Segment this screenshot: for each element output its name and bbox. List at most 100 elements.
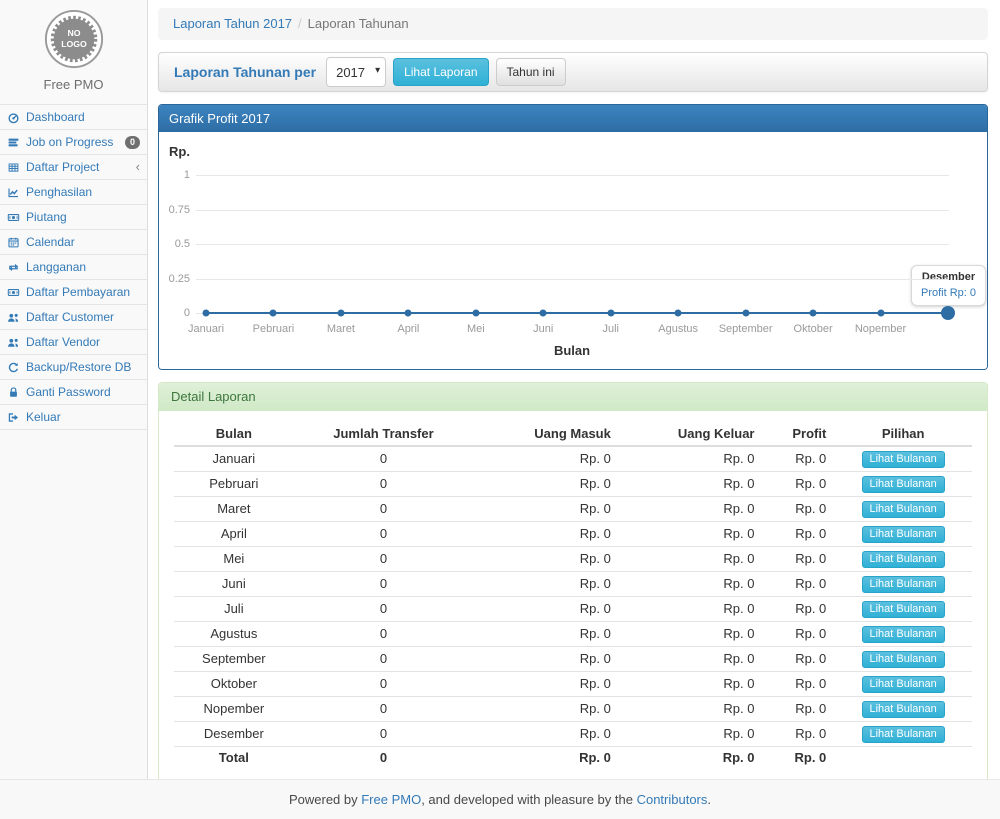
footer-link-contributors[interactable]: Contributors xyxy=(637,792,708,807)
chart-area: Rp. Bulan Desember Profit Rp: 0 00.250.5… xyxy=(159,132,987,369)
cell-uang-keluar: Rp. 0 xyxy=(619,497,763,522)
cell-jumlah-transfer: 0 xyxy=(294,446,474,472)
table-row: Agustus0Rp. 0Rp. 0Rp. 0Lihat Bulanan xyxy=(174,622,972,647)
lihat-bulanan-button[interactable]: Lihat Bulanan xyxy=(862,626,945,643)
chevron-left-icon: ‹ xyxy=(136,162,140,172)
cell-uang-masuk: Rp. 0 xyxy=(473,672,619,697)
sidebar-item-ganti-password[interactable]: Ganti Password xyxy=(0,380,147,405)
table-row: Nopember0Rp. 0Rp. 0Rp. 0Lihat Bulanan xyxy=(174,697,972,722)
cell-bulan: Desember xyxy=(174,722,294,747)
cell-profit: Rp. 0 xyxy=(762,572,834,597)
sidebar-item-keluar[interactable]: Keluar xyxy=(0,405,147,430)
y-tick-label: 1 xyxy=(161,169,190,181)
sidebar-item-label: Calendar xyxy=(26,235,75,249)
x-tick-label: Oktober xyxy=(794,323,833,335)
cell-uang-keluar: Rp. 0 xyxy=(619,572,763,597)
breadcrumb-link[interactable]: Laporan Tahun 2017 xyxy=(173,16,292,31)
cell-uang-masuk: Rp. 0 xyxy=(473,697,619,722)
sidebar-item-piutang[interactable]: Piutang xyxy=(0,205,147,230)
cell-uang-keluar: Rp. 0 xyxy=(619,672,763,697)
lihat-bulanan-button[interactable]: Lihat Bulanan xyxy=(862,451,945,468)
filter-label: Laporan Tahunan per xyxy=(174,64,316,80)
lihat-bulanan-button[interactable]: Lihat Bulanan xyxy=(862,551,945,568)
lihat-laporan-button[interactable]: Lihat Laporan xyxy=(393,58,488,86)
logo-text-line2: LOGO xyxy=(61,39,87,49)
year-select[interactable]: 2017 xyxy=(326,57,386,87)
lihat-bulanan-button[interactable]: Lihat Bulanan xyxy=(862,726,945,743)
cell-bulan: September xyxy=(174,647,294,672)
cell-uang-keluar: Rp. 0 xyxy=(619,547,763,572)
sidebar-item-dashboard[interactable]: Dashboard xyxy=(0,105,147,130)
cell-uang-masuk: Rp. 0 xyxy=(473,572,619,597)
cell-uang-keluar: Rp. 0 xyxy=(619,722,763,747)
sidebar-item-label: Penghasilan xyxy=(26,185,92,199)
lihat-bulanan-button[interactable]: Lihat Bulanan xyxy=(862,601,945,618)
cell-pilihan: Lihat Bulanan xyxy=(834,472,972,497)
users-icon xyxy=(7,336,20,349)
sidebar-item-daftar-customer[interactable]: Daftar Customer xyxy=(0,305,147,330)
cell-uang-masuk: Rp. 0 xyxy=(473,522,619,547)
chart-panel: Grafik Profit 2017 Rp. Bulan Desember Pr… xyxy=(158,104,988,370)
cell-jumlah-transfer: 0 xyxy=(294,547,474,572)
gridline xyxy=(196,279,949,280)
table-row: Juli0Rp. 0Rp. 0Rp. 0Lihat Bulanan xyxy=(174,597,972,622)
cell-uang-keluar: Rp. 0 xyxy=(619,622,763,647)
sidebar-item-backup-restore-db[interactable]: Backup/Restore DB xyxy=(0,355,147,380)
chart-point[interactable] xyxy=(810,310,817,317)
sidebar-item-penghasilan[interactable]: Penghasilan xyxy=(0,180,147,205)
cell-uang-masuk: Rp. 0 xyxy=(473,547,619,572)
sidebar-item-daftar-vendor[interactable]: Daftar Vendor xyxy=(0,330,147,355)
lihat-bulanan-button[interactable]: Lihat Bulanan xyxy=(862,576,945,593)
table-row: Pebruari0Rp. 0Rp. 0Rp. 0Lihat Bulanan xyxy=(174,472,972,497)
x-tick-label: September xyxy=(719,323,773,335)
lihat-bulanan-button[interactable]: Lihat Bulanan xyxy=(862,501,945,518)
chart-point[interactable] xyxy=(540,310,547,317)
chart-point[interactable] xyxy=(607,310,614,317)
chart-point[interactable] xyxy=(941,306,955,320)
lihat-bulanan-button[interactable]: Lihat Bulanan xyxy=(862,526,945,543)
chart-point[interactable] xyxy=(203,310,210,317)
lihat-bulanan-button[interactable]: Lihat Bulanan xyxy=(862,651,945,668)
column-header-uang-masuk: Uang Masuk xyxy=(473,423,619,446)
cell-jumlah-transfer: 0 xyxy=(294,697,474,722)
chart-point[interactable] xyxy=(472,310,479,317)
footer: Powered by Free PMO, and developed with … xyxy=(0,779,1000,819)
sidebar-item-calendar[interactable]: Calendar xyxy=(0,230,147,255)
table-header-row: BulanJumlah TransferUang MasukUang Kelua… xyxy=(174,423,972,446)
chart-point[interactable] xyxy=(337,310,344,317)
total-cell-profit: Rp. 0 xyxy=(762,747,834,770)
sidebar-item-job-on-progress[interactable]: Job on Progress0 xyxy=(0,130,147,155)
chart-point[interactable] xyxy=(742,310,749,317)
cell-bulan: Agustus xyxy=(174,622,294,647)
chart-point[interactable] xyxy=(877,310,884,317)
total-cell-uang-masuk: Rp. 0 xyxy=(473,747,619,770)
chart-point[interactable] xyxy=(405,310,412,317)
detail-panel: Detail Laporan BulanJumlah TransferUang … xyxy=(158,382,988,779)
table-row: Januari0Rp. 0Rp. 0Rp. 0Lihat Bulanan xyxy=(174,446,972,472)
x-tick-label: Juli xyxy=(602,323,619,335)
sidebar-item-langganan[interactable]: Langganan xyxy=(0,255,147,280)
cell-profit: Rp. 0 xyxy=(762,722,834,747)
footer-link-free-pmo[interactable]: Free PMO xyxy=(361,792,421,807)
tahun-ini-button[interactable]: Tahun ini xyxy=(496,58,566,86)
sidebar-item-daftar-project[interactable]: Daftar Project‹ xyxy=(0,155,147,180)
lock-icon xyxy=(7,386,20,399)
sidebar-item-daftar-pembayaran[interactable]: Daftar Pembayaran xyxy=(0,280,147,305)
cell-uang-masuk: Rp. 0 xyxy=(473,622,619,647)
column-header-profit: Profit xyxy=(762,423,834,446)
chart-point[interactable] xyxy=(270,310,277,317)
breadcrumb: Laporan Tahun 2017/Laporan Tahunan xyxy=(158,8,988,40)
cell-pilihan: Lihat Bulanan xyxy=(834,547,972,572)
detail-table-wrap: BulanJumlah TransferUang MasukUang Kelua… xyxy=(159,411,987,779)
cell-jumlah-transfer: 0 xyxy=(294,722,474,747)
sidebar-item-label: Keluar xyxy=(26,410,61,424)
sidebar-item-label: Daftar Customer xyxy=(26,310,114,324)
lihat-bulanan-button[interactable]: Lihat Bulanan xyxy=(862,701,945,718)
lihat-bulanan-button[interactable]: Lihat Bulanan xyxy=(862,676,945,693)
lihat-bulanan-button[interactable]: Lihat Bulanan xyxy=(862,476,945,493)
gridline xyxy=(196,210,949,211)
sidebar-item-label: Job on Progress xyxy=(26,135,113,149)
chart-point[interactable] xyxy=(675,310,682,317)
x-tick-label: Agustus xyxy=(658,323,698,335)
x-tick-label: Mei xyxy=(467,323,485,335)
